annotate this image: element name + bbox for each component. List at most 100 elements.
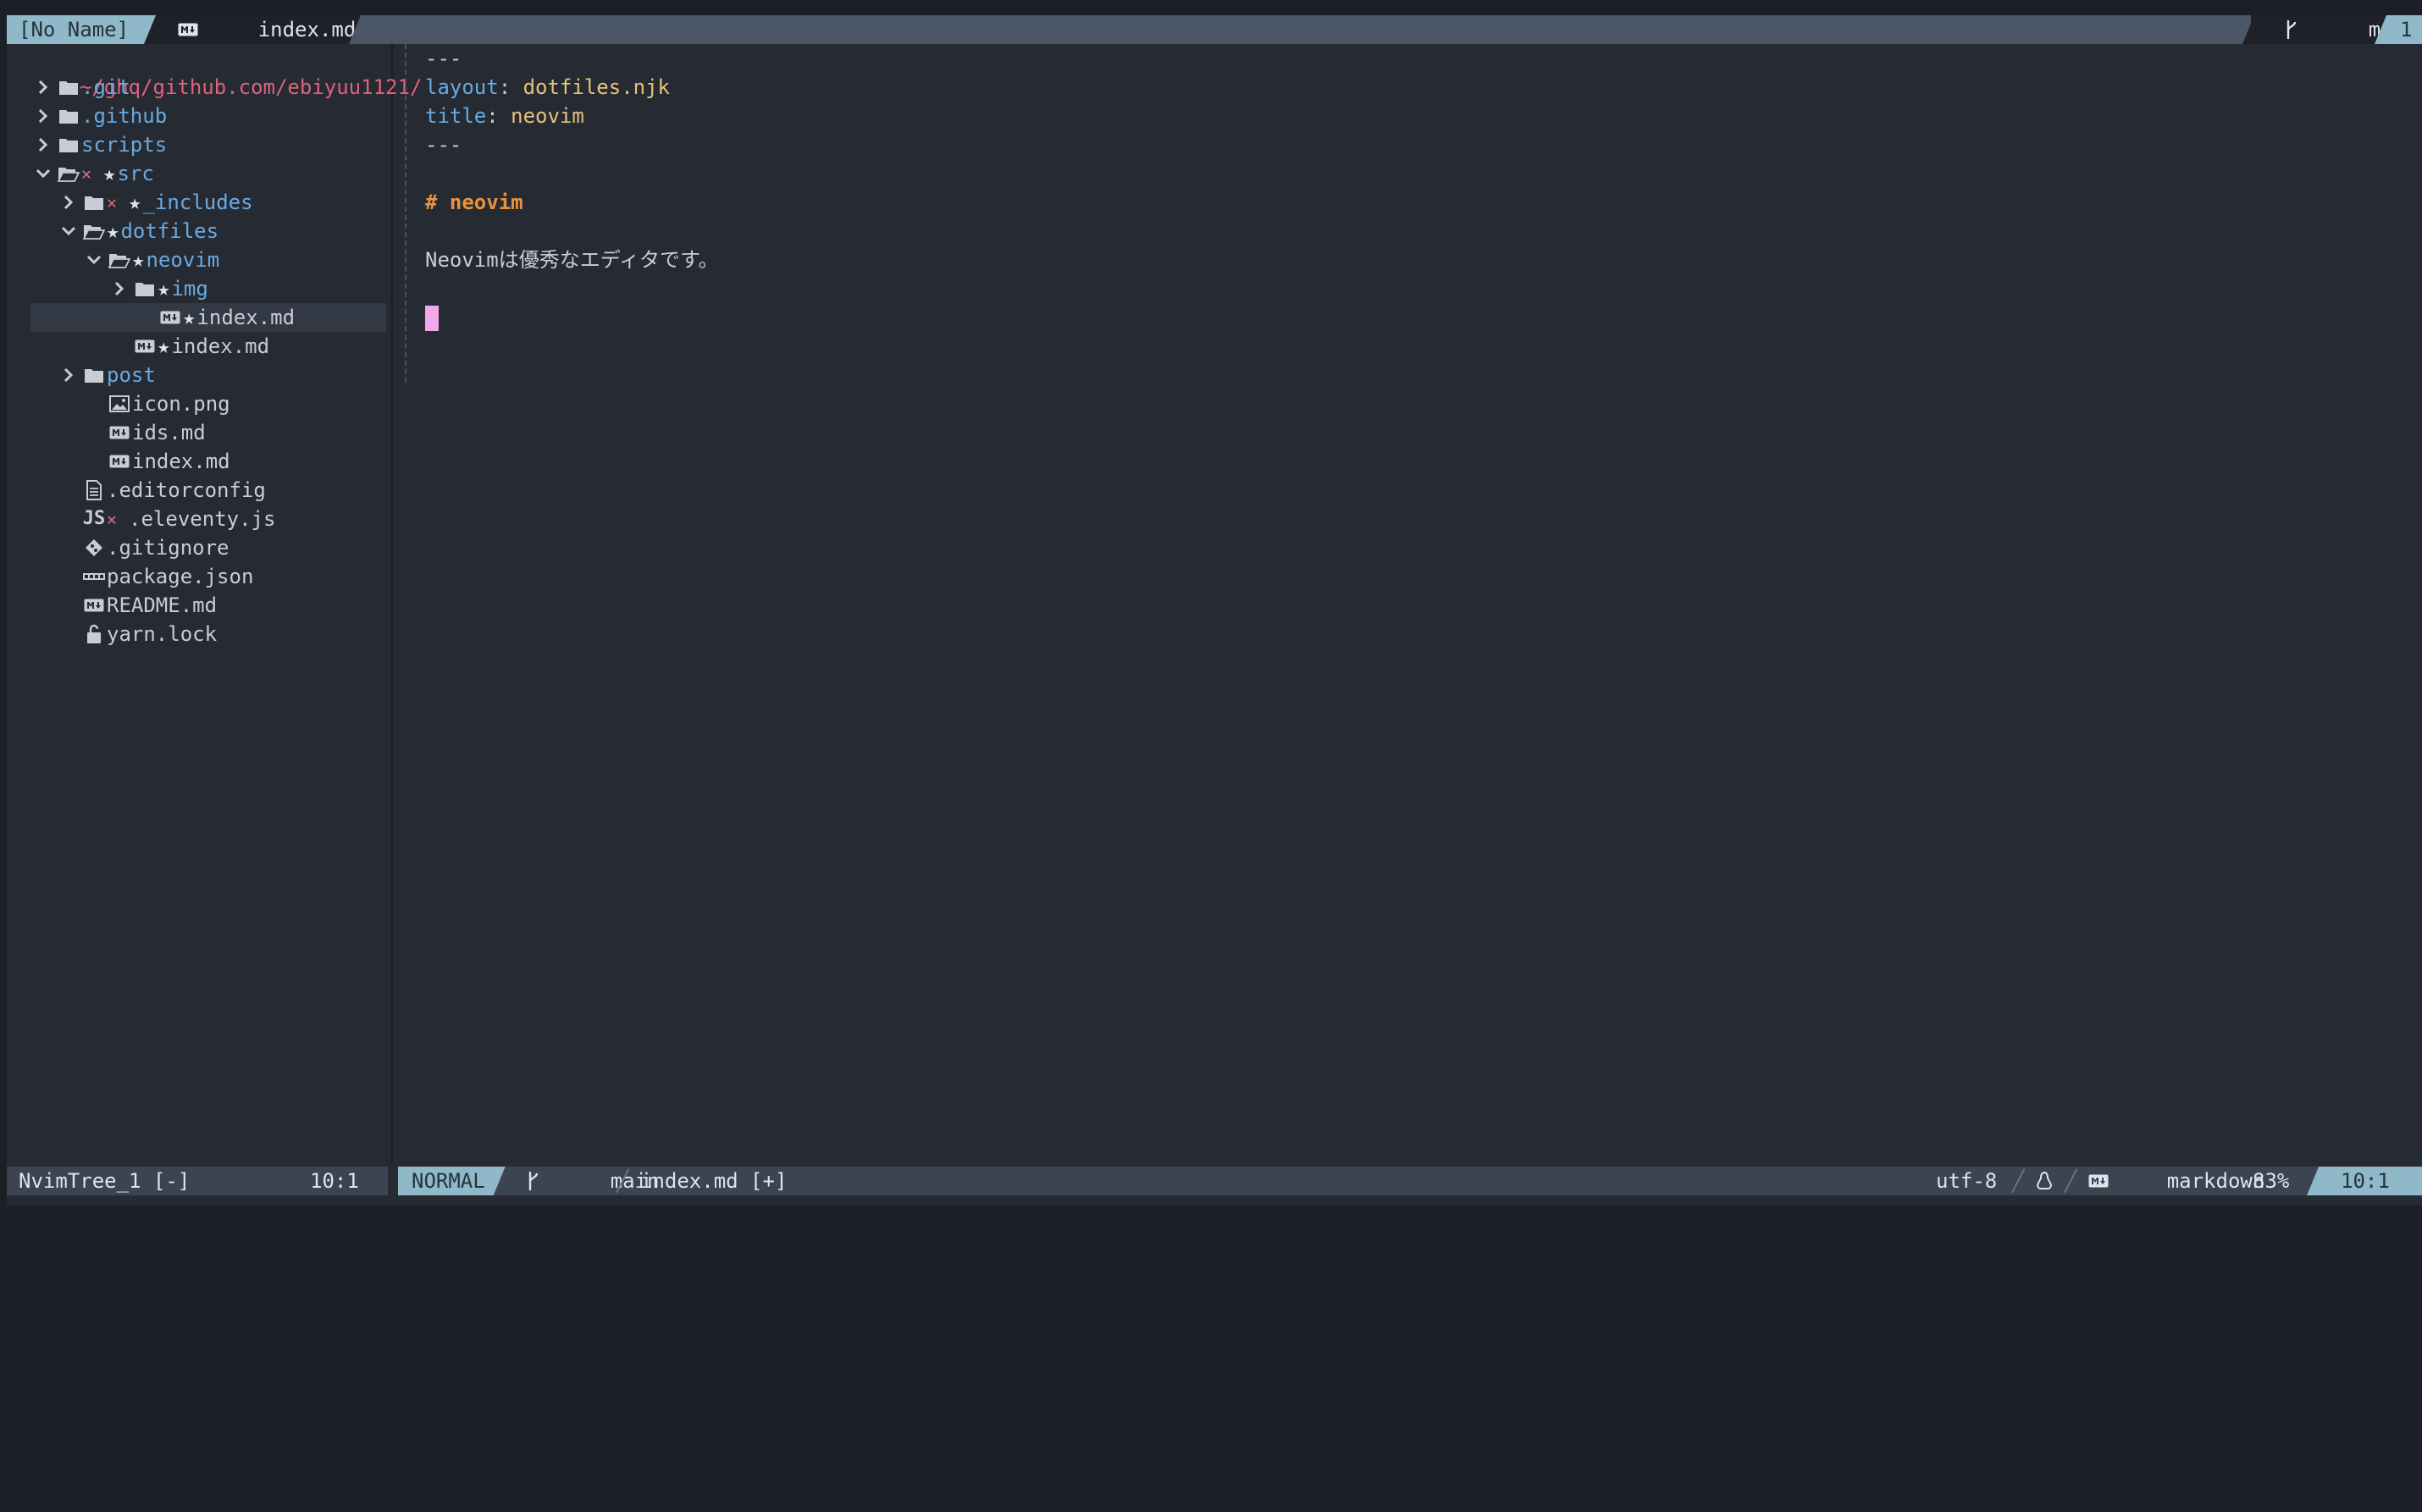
chevron-down-icon[interactable] bbox=[81, 255, 107, 265]
tree-folder[interactable]: ★ neovim bbox=[30, 246, 386, 274]
separator: ╱ bbox=[2065, 1169, 2077, 1193]
tree-item-label: ids.md bbox=[132, 421, 206, 444]
tree-cursor-position: 10:1 bbox=[310, 1169, 359, 1193]
markdown-icon bbox=[2088, 1117, 2162, 1245]
main-statusline: NORMAL main ╱ index.md [+] utf-8 ╱ ╱ mar… bbox=[398, 1167, 2422, 1195]
image-icon bbox=[107, 395, 132, 412]
tree-item-label: scripts bbox=[81, 133, 168, 157]
editor-buffer[interactable]: --- layout: dotfiles.njk title: neovim -… bbox=[425, 44, 719, 332]
git-new-icon: ★ bbox=[129, 190, 141, 214]
tree-folder[interactable]: ✕ ★ _includes bbox=[30, 188, 386, 217]
folder-open-icon bbox=[56, 165, 81, 182]
tree-item-label: index.md bbox=[196, 306, 296, 329]
git-branch-icon bbox=[527, 1112, 600, 1250]
markdown-icon bbox=[107, 426, 132, 439]
buffer-line-8: Neovimは優秀なエディタです。 bbox=[425, 246, 719, 274]
npm-icon bbox=[81, 571, 107, 582]
buffer-line-4: --- bbox=[425, 130, 719, 159]
linux-icon bbox=[2036, 1167, 2053, 1195]
tree-item-label: .github bbox=[81, 104, 168, 128]
tree-file[interactable]: ids.md bbox=[30, 418, 386, 447]
git-new-icon: ★ bbox=[158, 334, 170, 358]
yaml-key-title: title bbox=[425, 104, 487, 128]
tree-item-label: img bbox=[171, 277, 208, 301]
yaml-colon: : bbox=[486, 104, 511, 128]
tab-index-md[interactable]: index.md[+] bbox=[164, 15, 393, 44]
folder-icon bbox=[56, 79, 81, 96]
tree-file[interactable]: index.md bbox=[30, 447, 386, 476]
git-deleted-icon: ✕ bbox=[81, 163, 92, 184]
chevron-down-icon[interactable] bbox=[30, 168, 56, 179]
text-cursor bbox=[425, 306, 439, 331]
tree-file[interactable]: README.md bbox=[30, 591, 386, 620]
tree-file[interactable]: JS ✕ .eleventy.js bbox=[30, 505, 386, 533]
lock-icon bbox=[81, 624, 107, 644]
tree-item-label: README.md bbox=[107, 593, 218, 617]
file-tree: ~/ghq/github.com/ebiyuu1121/ .git .github… bbox=[30, 44, 423, 648]
chevron-right-icon[interactable] bbox=[56, 367, 81, 383]
buffer-line-6: # neovim bbox=[425, 188, 719, 217]
mode-indicator: NORMAL bbox=[398, 1167, 506, 1195]
tree-folder[interactable]: .git bbox=[30, 73, 386, 102]
chevron-right-icon[interactable] bbox=[30, 137, 56, 152]
separator: ╱ bbox=[617, 1169, 629, 1193]
buffer-line-9 bbox=[425, 274, 719, 303]
folder-icon bbox=[132, 280, 158, 297]
tabline-fill bbox=[349, 15, 2254, 44]
tree-root[interactable]: ~/ghq/github.com/ebiyuu1121/ bbox=[30, 44, 423, 99]
tree-item-label: icon.png bbox=[132, 392, 230, 416]
tab-no-name[interactable]: [No Name] bbox=[7, 15, 156, 44]
tree-item-label: .gitignore bbox=[107, 536, 229, 560]
tree-folder[interactable]: scripts bbox=[30, 130, 386, 159]
tree-item-label: dotfiles bbox=[120, 219, 219, 243]
text-file-icon bbox=[81, 480, 107, 500]
tree-file[interactable]: .editorconfig bbox=[30, 476, 386, 505]
buffer-line-3: title: neovim bbox=[425, 102, 719, 130]
git-icon bbox=[81, 538, 107, 557]
git-new-icon: ★ bbox=[132, 248, 145, 272]
tree-item-label: yarn.lock bbox=[107, 622, 218, 646]
tree-item-label: index.md bbox=[171, 334, 270, 358]
tree-file[interactable]: icon.png bbox=[30, 389, 386, 418]
chevron-right-icon[interactable] bbox=[30, 108, 56, 124]
tree-item-label: src bbox=[117, 162, 154, 185]
tree-folder[interactable]: ★ dotfiles bbox=[30, 217, 386, 246]
scroll-percent: 83% bbox=[2253, 1169, 2290, 1193]
git-branch-icon bbox=[2285, 0, 2358, 98]
git-new-icon: ★ bbox=[103, 162, 116, 185]
yaml-colon: : bbox=[498, 75, 523, 99]
chevron-down-icon[interactable] bbox=[56, 226, 81, 236]
yaml-value-layout: dotfiles.njk bbox=[523, 75, 670, 99]
tree-file[interactable]: ★ index.md bbox=[30, 332, 386, 361]
file-encoding: utf-8 bbox=[1936, 1169, 1998, 1193]
tree-folder[interactable]: ★ img bbox=[30, 274, 386, 303]
tree-statusline: NvimTree_1 [-] 10:1 bbox=[7, 1167, 388, 1195]
frontmatter-delimiter: --- bbox=[425, 133, 462, 157]
markdown-icon bbox=[158, 311, 183, 324]
chevron-right-icon[interactable] bbox=[56, 195, 81, 210]
tree-folder[interactable]: .github bbox=[30, 102, 386, 130]
statusline-filetype-label: markdown bbox=[2166, 1169, 2265, 1193]
tree-item-label: package.json bbox=[107, 565, 254, 588]
buffer-line-1: --- bbox=[425, 44, 719, 73]
tree-item-label: index.md bbox=[132, 450, 230, 473]
tree-item-label: .git bbox=[81, 75, 130, 99]
folder-icon bbox=[56, 108, 81, 124]
tree-buffer-name: NvimTree_1 [-] bbox=[19, 1169, 191, 1193]
window-separator bbox=[391, 44, 393, 1163]
yaml-key-layout: layout bbox=[425, 75, 499, 99]
git-new-icon: ★ bbox=[107, 219, 119, 243]
tree-folder[interactable]: post bbox=[30, 361, 386, 389]
folder-icon bbox=[81, 367, 107, 384]
tree-file[interactable]: ★ index.md bbox=[30, 303, 386, 332]
tree-file[interactable]: .gitignore bbox=[30, 533, 386, 562]
tree-file[interactable]: yarn.lock bbox=[30, 620, 386, 648]
folder-open-icon bbox=[81, 223, 107, 240]
chevron-right-icon[interactable] bbox=[30, 80, 56, 95]
chevron-right-icon[interactable] bbox=[107, 281, 132, 296]
tree-file[interactable]: package.json bbox=[30, 562, 386, 591]
indent-guide bbox=[405, 44, 406, 383]
markdown-paragraph: Neovimは優秀なエディタです。 bbox=[425, 248, 719, 272]
folder-open-icon bbox=[107, 251, 132, 268]
tree-folder[interactable]: ✕ ★ src bbox=[30, 159, 386, 188]
